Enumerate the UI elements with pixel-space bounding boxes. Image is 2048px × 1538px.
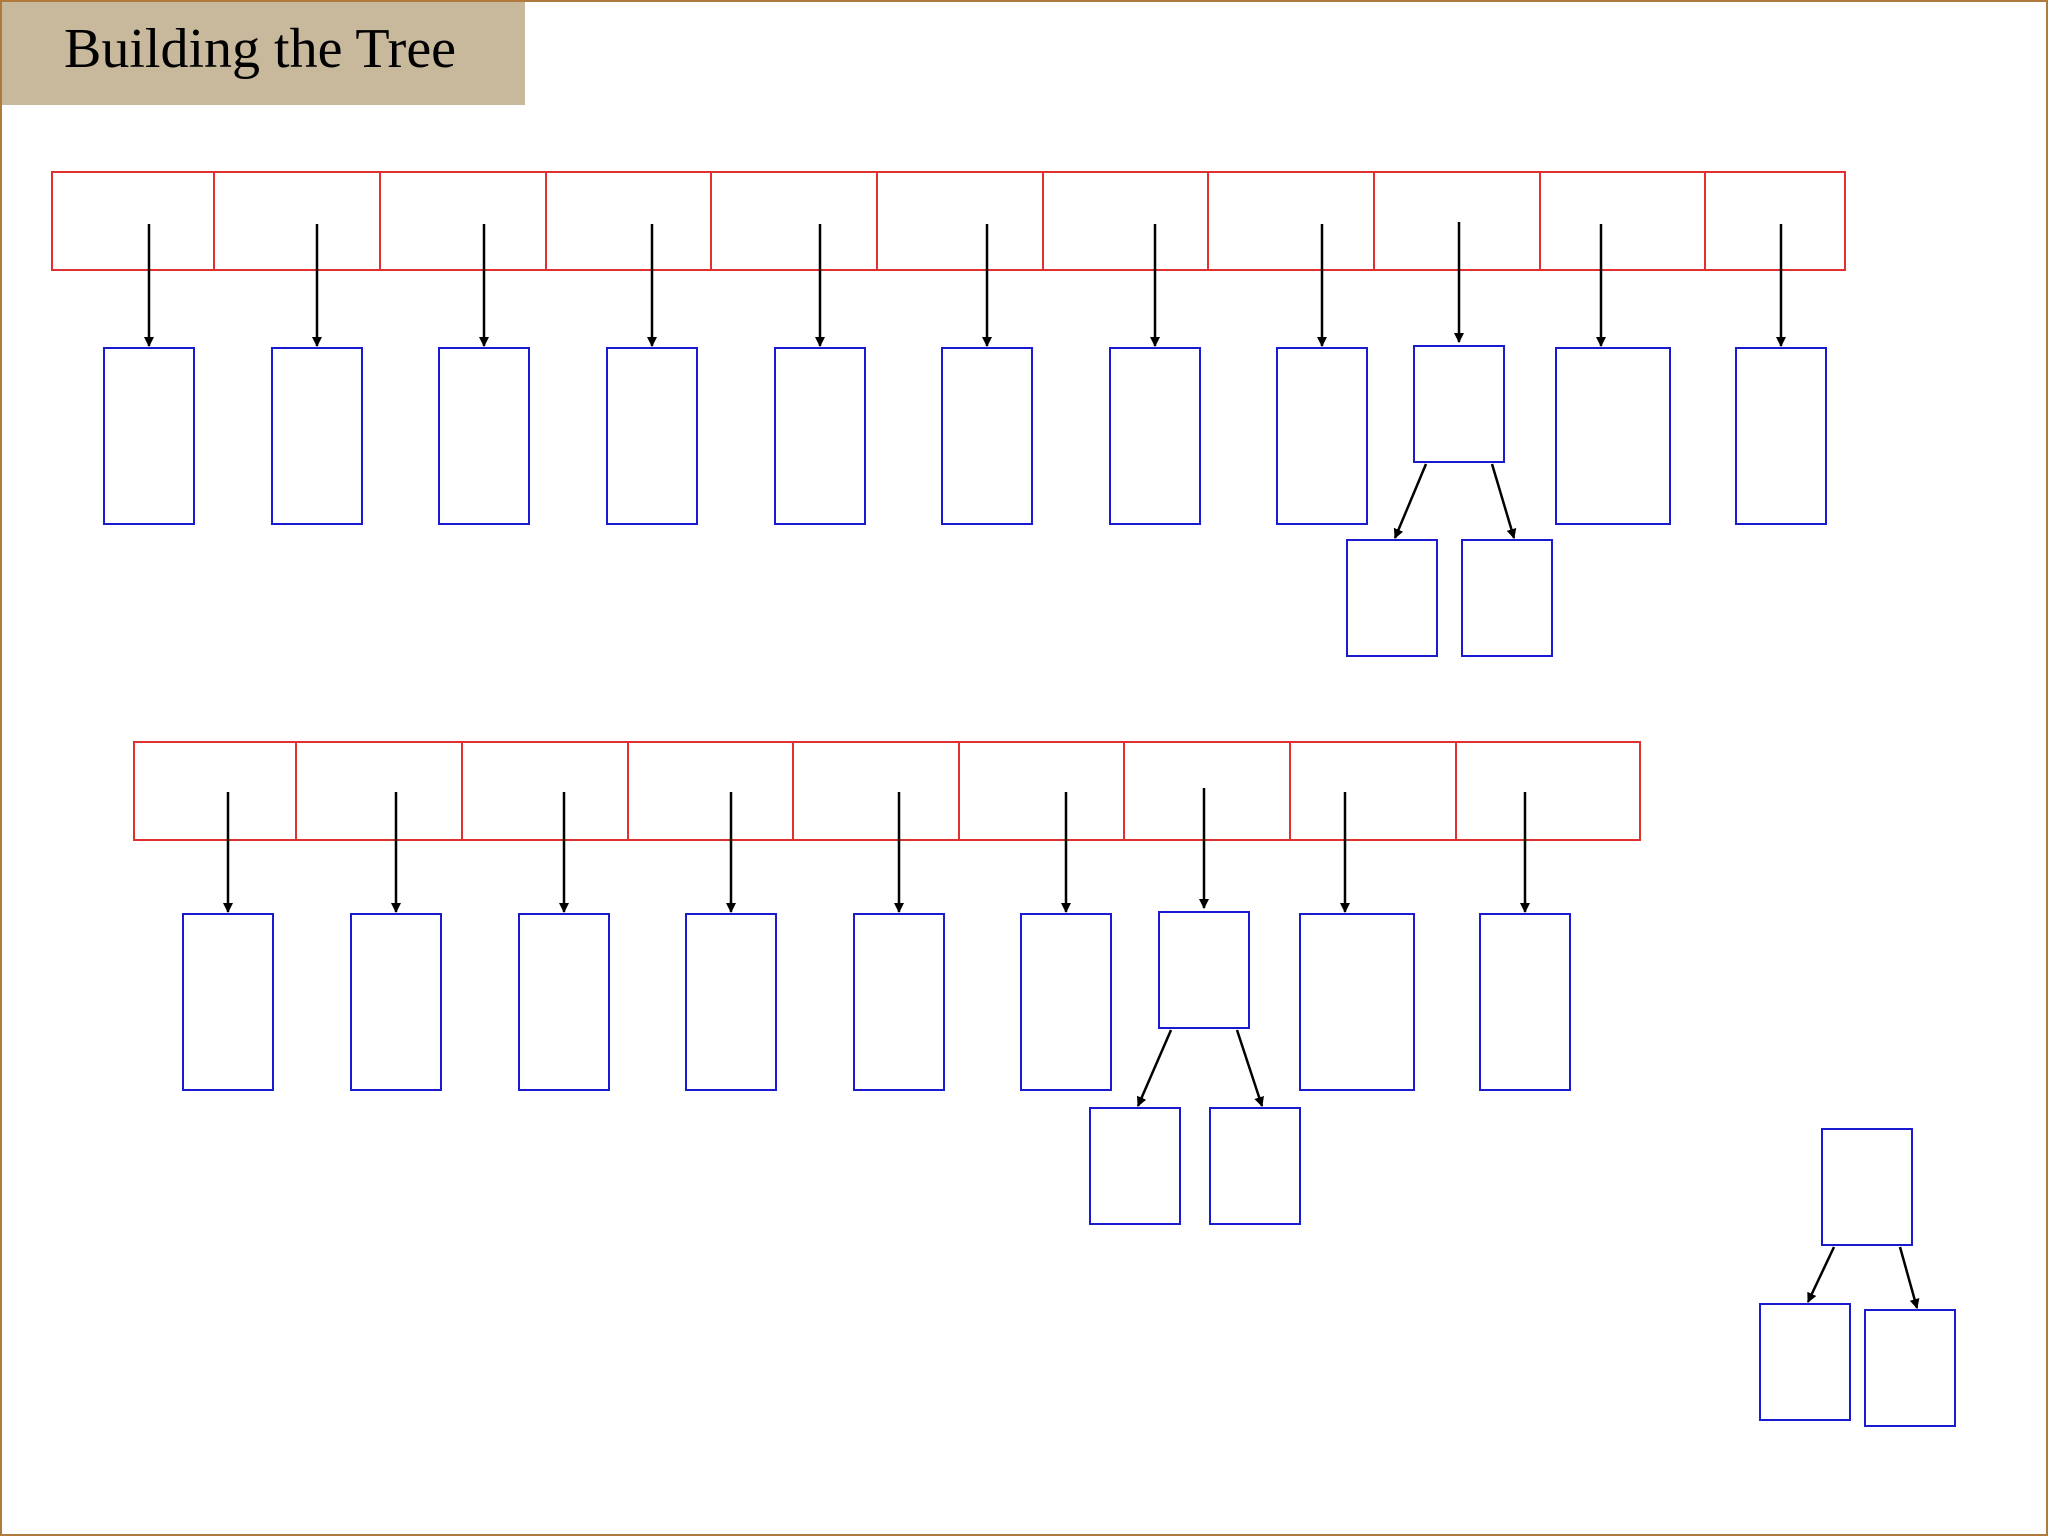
new-subtree-left-edge — [1806, 1246, 1836, 1303]
queue-top-node-6 — [1109, 347, 1201, 525]
queue-top-node-10 — [1735, 347, 1827, 525]
queue-bottom-subtree — [1158, 911, 1250, 1029]
queue-top-node-2 — [438, 347, 530, 525]
queue-top-subtree-right-edge — [1490, 463, 1517, 539]
queue-bottom-node-8 — [1479, 913, 1571, 1091]
queue-bottom-node-3 — [685, 913, 777, 1091]
new-subtree — [1821, 1128, 1913, 1246]
queue-top-node-7 — [1276, 347, 1368, 525]
queue-top-node-4 — [774, 347, 866, 525]
queue-bottom-node-4 — [853, 913, 945, 1091]
queue-bottom-node-1 — [350, 913, 442, 1091]
queue-bottom-node-7 — [1299, 913, 1415, 1091]
slide: Building the Tree — [0, 0, 2048, 1536]
queue-top-node-0 — [103, 347, 195, 525]
queue-top-subtree — [1413, 345, 1505, 463]
queue-bottom-subtree-left-edge — [1136, 1029, 1173, 1107]
huffman-tree-diagram — [51, 171, 1956, 1427]
priority-queue-bottom — [133, 741, 1641, 841]
queue-top-node-1 — [271, 347, 363, 525]
queue-top-subtree-left-child — [1346, 539, 1438, 657]
queue-bottom-node-5 — [1020, 913, 1112, 1091]
queue-top-subtree-left-edge — [1393, 463, 1428, 539]
queue-bottom-subtree-right-edge — [1235, 1029, 1264, 1107]
queue-bottom-node-2 — [518, 913, 610, 1091]
queue-bottom-subtree-left-child — [1089, 1107, 1181, 1225]
new-subtree-left-child — [1759, 1303, 1851, 1421]
new-subtree-right-edge — [1898, 1246, 1920, 1309]
queue-top-node-5 — [941, 347, 1033, 525]
priority-queue-top — [51, 171, 1846, 271]
queue-bottom-node-0 — [182, 913, 274, 1091]
new-subtree-right-child — [1864, 1309, 1956, 1427]
queue-top-node-9 — [1555, 347, 1671, 525]
queue-bottom-subtree-right-child — [1209, 1107, 1301, 1225]
queue-top-node-3 — [606, 347, 698, 525]
queue-top-subtree-right-child — [1461, 539, 1553, 657]
